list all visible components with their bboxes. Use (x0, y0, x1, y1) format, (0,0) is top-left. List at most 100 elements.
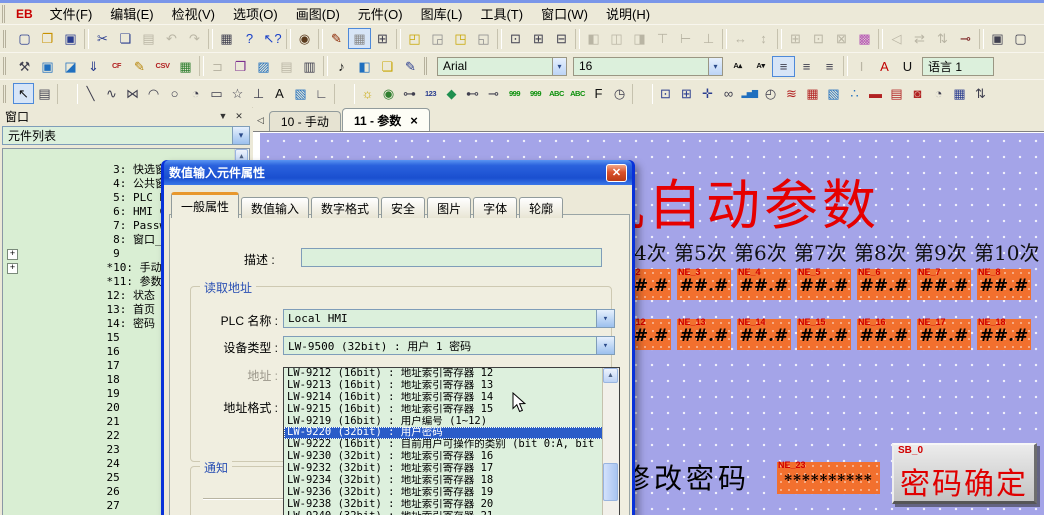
italic-icon[interactable]: I (850, 56, 873, 77)
rectangle-tool-icon[interactable]: ▭ (206, 83, 227, 104)
dialog-tab[interactable]: 轮廓 (519, 197, 563, 218)
recipe-table-icon[interactable]: ▦ (174, 56, 197, 77)
numeric-display-cell[interactable]: NE_5 ##.# (797, 269, 851, 300)
send-backward-icon[interactable]: ◱ (472, 28, 495, 49)
device-list-item[interactable]: LW-9240 (32bit) : 地址索引寄存器 21 (284, 511, 619, 515)
menu-item[interactable]: 画图(D) (287, 3, 349, 24)
scrollbar-thumb[interactable] (603, 463, 618, 501)
panel-view-combo[interactable]: 元件列表 ▾ (2, 126, 250, 145)
xy-plot-icon[interactable]: ∴ (844, 83, 865, 104)
dialog-tab[interactable]: 安全 (381, 197, 425, 218)
trend-display-icon[interactable]: ≋ (781, 83, 802, 104)
numeric-display-cell[interactable]: NE_18 ##.# (977, 319, 1031, 350)
scale-tool-icon[interactable]: ⊥ (248, 83, 269, 104)
text-align-right-icon[interactable]: ≡ (818, 56, 841, 77)
align-center-icon[interactable]: ◫ (605, 28, 628, 49)
close-icon[interactable]: ✕ (606, 164, 627, 182)
numeric-display-cell[interactable]: NE_17 ##.# (917, 319, 971, 350)
direct-window-icon[interactable]: ⊞ (676, 83, 697, 104)
list-scrollbar[interactable]: ▲ ▼ (602, 368, 619, 515)
csv-icon[interactable]: CSV (151, 56, 174, 77)
dialog-tab[interactable]: 数值输入 (241, 197, 309, 218)
send-to-back-icon[interactable]: ◲ (426, 28, 449, 49)
arc-tool-icon[interactable]: ◠ (143, 83, 164, 104)
numeric-display-cell[interactable]: NE_3 ##.# (677, 269, 731, 300)
panel-close-icon[interactable]: ✕ (231, 109, 247, 124)
font-name-combo[interactable]: Arial ▾ (437, 57, 567, 76)
align-right-icon[interactable]: ◨ (628, 28, 651, 49)
color-palette-icon[interactable]: ▩ (853, 28, 876, 49)
slider-icon[interactable]: ⊸ (483, 83, 504, 104)
dialog-tab[interactable]: 图片 (427, 197, 471, 218)
indirect-window-icon[interactable]: ⊡ (655, 83, 676, 104)
bring-forward-icon[interactable]: ◳ (449, 28, 472, 49)
dialog-tab[interactable]: 数字格式 (311, 197, 379, 218)
group-icon[interactable]: ▣ (986, 28, 1009, 49)
meter-display-icon[interactable]: ◴ (760, 83, 781, 104)
device-list-item[interactable]: LW-9212 (16bit) : 地址索引寄存器 12 (284, 368, 619, 380)
language-selector[interactable]: 语言 1 (922, 57, 994, 76)
numeric-display-cell[interactable]: NE_8 ##.# (977, 269, 1031, 300)
compile-icon[interactable]: ⚒ (13, 56, 36, 77)
expand-icon[interactable]: + (7, 249, 18, 260)
edit-icon[interactable]: ✎ (128, 56, 151, 77)
align-left-icon[interactable]: ◧ (582, 28, 605, 49)
corner-tool-icon[interactable]: ∟ (311, 83, 332, 104)
picture-tool-icon[interactable]: ▧ (290, 83, 311, 104)
open-file-icon[interactable]: ❐ (36, 28, 59, 49)
set-word-icon[interactable]: 123 (420, 83, 441, 104)
menu-item[interactable]: 说明(H) (597, 3, 659, 24)
grid-icon[interactable]: ▦ (348, 28, 371, 49)
draw-mode-icon[interactable]: ✎ (325, 28, 348, 49)
device-list-item[interactable]: LW-9236 (32bit) : 地址索引寄存器 19 (284, 487, 619, 499)
chevron-down-icon[interactable]: ▾ (232, 127, 249, 144)
word-lamp-icon[interactable]: ◉ (378, 83, 399, 104)
column-header[interactable]: 第7次 (794, 237, 854, 266)
device-list-item[interactable]: LW-9234 (32bit) : 地址索引寄存器 18 (284, 475, 619, 487)
scheduler-icon[interactable]: ◔ (928, 83, 949, 104)
font-color-icon[interactable]: A (873, 56, 896, 77)
bit-lamp-icon[interactable]: ☼ (357, 83, 378, 104)
ellipse-tool-icon[interactable]: ○ (164, 83, 185, 104)
picture-library-icon[interactable]: ▨ (252, 56, 275, 77)
new-file-icon[interactable]: ▢ (13, 28, 36, 49)
fix-size-icon[interactable]: ⊞ (527, 28, 550, 49)
chevron-down-icon[interactable]: ▾ (708, 58, 722, 75)
history-table-icon[interactable]: ▦ (802, 83, 823, 104)
dialog-title-bar[interactable]: 数值输入元件属性 ✕ (164, 160, 632, 185)
resize-canvas-icon[interactable]: ⊟ (550, 28, 573, 49)
event-log-icon[interactable]: ◙ (907, 83, 928, 104)
canvas-tab[interactable]: 10 - 手动 × (269, 111, 341, 131)
label-library-icon[interactable]: ◧ (353, 56, 376, 77)
line-tool-icon[interactable]: ╲ (80, 83, 101, 104)
text-align-center-icon[interactable]: ≡ (795, 56, 818, 77)
nudge-size-icon[interactable]: ⊞ (784, 28, 807, 49)
close-tab-icon[interactable]: × (410, 113, 418, 128)
panel-menu-icon[interactable]: ▼ (215, 109, 231, 124)
library-icon[interactable]: ❐ (229, 56, 252, 77)
clock-icon[interactable]: ◷ (609, 83, 630, 104)
device-list-item[interactable]: LW-9220 (32bit) : 用户密码 (284, 427, 619, 439)
device-list-item[interactable]: LW-9219 (16bit) : 用户编号 (1~12) (284, 416, 619, 428)
device-type-combo[interactable]: LW-9500 (32bit) : 用户 1 密码 ▾ (283, 336, 615, 355)
chevron-down-icon[interactable]: ▾ (596, 310, 614, 327)
alarm-bar-icon[interactable]: ▬ (865, 83, 886, 104)
numeric-display-cell[interactable]: NE_14 ##.# (737, 319, 791, 350)
bezier-tool-icon[interactable]: ∿ (101, 83, 122, 104)
sound-library-icon[interactable]: ♪ (330, 56, 353, 77)
tag-library-icon[interactable]: ❏ (376, 56, 399, 77)
font-decrease-icon[interactable]: A▾ (749, 56, 772, 77)
function-f-icon[interactable]: F (588, 83, 609, 104)
set-bit-icon[interactable]: ⊶ (399, 83, 420, 104)
chevron-down-icon[interactable]: ▾ (596, 337, 614, 354)
menu-item[interactable]: 文件(F) (41, 3, 102, 24)
device-list-item[interactable]: LW-9213 (16bit) : 地址索引寄存器 13 (284, 380, 619, 392)
align-bottom-icon[interactable]: ⊥ (697, 28, 720, 49)
device-list-item[interactable]: LW-9214 (16bit) : 地址索引寄存器 14 (284, 392, 619, 404)
align-middle-icon[interactable]: ⊢ (674, 28, 697, 49)
column-header[interactable]: 第5次 (674, 237, 734, 266)
cf-card-icon[interactable]: CF (105, 56, 128, 77)
animation-icon[interactable]: ∞ (718, 83, 739, 104)
calendar-icon[interactable]: ▦ (949, 83, 970, 104)
device-list-item[interactable]: LW-9232 (32bit) : 地址索引寄存器 17 (284, 463, 619, 475)
